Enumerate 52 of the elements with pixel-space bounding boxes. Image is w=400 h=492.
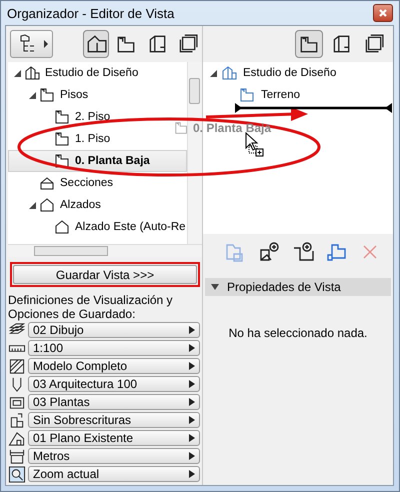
renovation-icon bbox=[8, 430, 26, 446]
arrow-icon bbox=[189, 344, 195, 352]
window-title: Organizador - Editor de Vista bbox=[7, 6, 174, 20]
tree-item[interactable]: Terreno bbox=[203, 84, 393, 106]
empty-message: No ha seleccionado nada. bbox=[228, 326, 368, 340]
tree-item[interactable]: Alzado Este (Auto-Re bbox=[8, 216, 187, 238]
scrollbar[interactable] bbox=[187, 62, 202, 244]
tree-item[interactable]: Estudio de Diseño bbox=[8, 62, 187, 84]
tree-item[interactable]: Secciones bbox=[8, 172, 187, 194]
view-tab[interactable] bbox=[83, 30, 110, 58]
arrow-icon bbox=[189, 380, 195, 388]
arrow-icon bbox=[189, 434, 195, 442]
option-dropdown[interactable]: 02 Dibujo bbox=[28, 322, 200, 338]
close-button[interactable] bbox=[373, 4, 393, 22]
arrow-icon bbox=[189, 326, 195, 334]
option-dropdown[interactable]: Zoom actual bbox=[28, 466, 200, 482]
arrow-icon bbox=[189, 398, 195, 406]
close-icon bbox=[377, 8, 389, 18]
expanded-icon[interactable] bbox=[210, 70, 217, 76]
tree-item[interactable]: 1. Piso bbox=[8, 128, 187, 150]
options-label: Definiciones de Visualización y Opciones de Guardado: bbox=[8, 293, 174, 321]
tree-item[interactable]: 0. Planta Baja bbox=[8, 150, 187, 172]
arrow-icon bbox=[189, 452, 195, 460]
expand-icon bbox=[211, 284, 219, 290]
model-icon bbox=[8, 358, 26, 374]
option-dropdown[interactable]: Modelo Completo bbox=[28, 358, 200, 374]
scrollbar[interactable] bbox=[8, 244, 202, 257]
option-dropdown[interactable]: Metros bbox=[28, 448, 200, 464]
zoom-icon bbox=[8, 466, 26, 482]
tree-options-button[interactable] bbox=[10, 30, 54, 58]
override-icon bbox=[8, 412, 26, 428]
expanded-icon[interactable] bbox=[29, 202, 36, 208]
tree-item[interactable]: Pisos bbox=[8, 84, 187, 106]
option-dropdown[interactable]: 03 Arquitectura 100 bbox=[28, 376, 200, 392]
project-icon bbox=[85, 33, 108, 55]
option-dropdown[interactable]: 03 Plantas bbox=[28, 394, 200, 410]
expanded-icon[interactable] bbox=[29, 92, 36, 98]
option-dropdown[interactable]: 01 Plano Existente bbox=[28, 430, 200, 446]
option-dropdown[interactable]: Sin Sobrescrituras bbox=[28, 412, 200, 428]
option-dropdown[interactable]: 1:100 bbox=[28, 340, 200, 356]
arrow-icon bbox=[189, 416, 195, 424]
floor-icon bbox=[174, 120, 190, 136]
view-tab[interactable] bbox=[295, 30, 323, 58]
tree-item[interactable]: 2. Piso bbox=[8, 106, 187, 128]
save-view-button[interactable]: Guardar Vista >>> bbox=[13, 265, 197, 284]
properties-header[interactable]: Propiedades de Vista bbox=[205, 278, 391, 296]
units-icon bbox=[8, 448, 26, 464]
arrow-icon bbox=[189, 362, 195, 370]
expanded-icon[interactable] bbox=[14, 70, 21, 76]
tree-item[interactable]: Alzados bbox=[8, 194, 187, 216]
tree-item[interactable]: Estudio de Diseño bbox=[203, 62, 393, 84]
arrow-icon bbox=[189, 470, 195, 478]
